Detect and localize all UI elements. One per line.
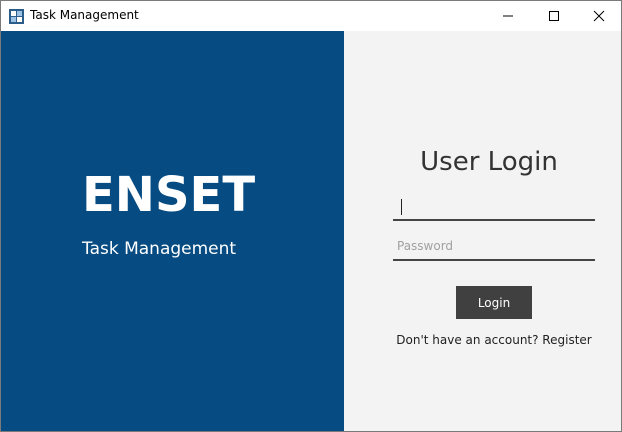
brand-subtitle: Task Management xyxy=(82,239,237,259)
close-icon xyxy=(593,10,605,22)
username-field[interactable] xyxy=(393,193,595,221)
login-title: User Login xyxy=(420,147,558,177)
app-icon xyxy=(9,9,24,24)
title-bar: Task Management xyxy=(1,1,621,31)
brand-logo-text: ENSET xyxy=(82,167,256,223)
maximize-icon xyxy=(549,11,559,21)
text-caret xyxy=(401,199,402,215)
password-field[interactable] xyxy=(393,233,595,261)
minimize-button[interactable] xyxy=(485,1,531,31)
maximize-button[interactable] xyxy=(531,1,577,31)
register-link[interactable]: Don't have an account? Register xyxy=(344,333,622,347)
brand-panel: ENSET Task Management xyxy=(1,31,344,431)
window-title: Task Management xyxy=(30,8,139,22)
app-window: Task Management ENSET Task Management Us… xyxy=(0,0,622,432)
minimize-icon xyxy=(503,15,513,17)
close-button[interactable] xyxy=(576,1,622,31)
login-button[interactable]: Login xyxy=(456,286,532,319)
login-panel: User Login Login Don't have an account? … xyxy=(344,31,621,431)
